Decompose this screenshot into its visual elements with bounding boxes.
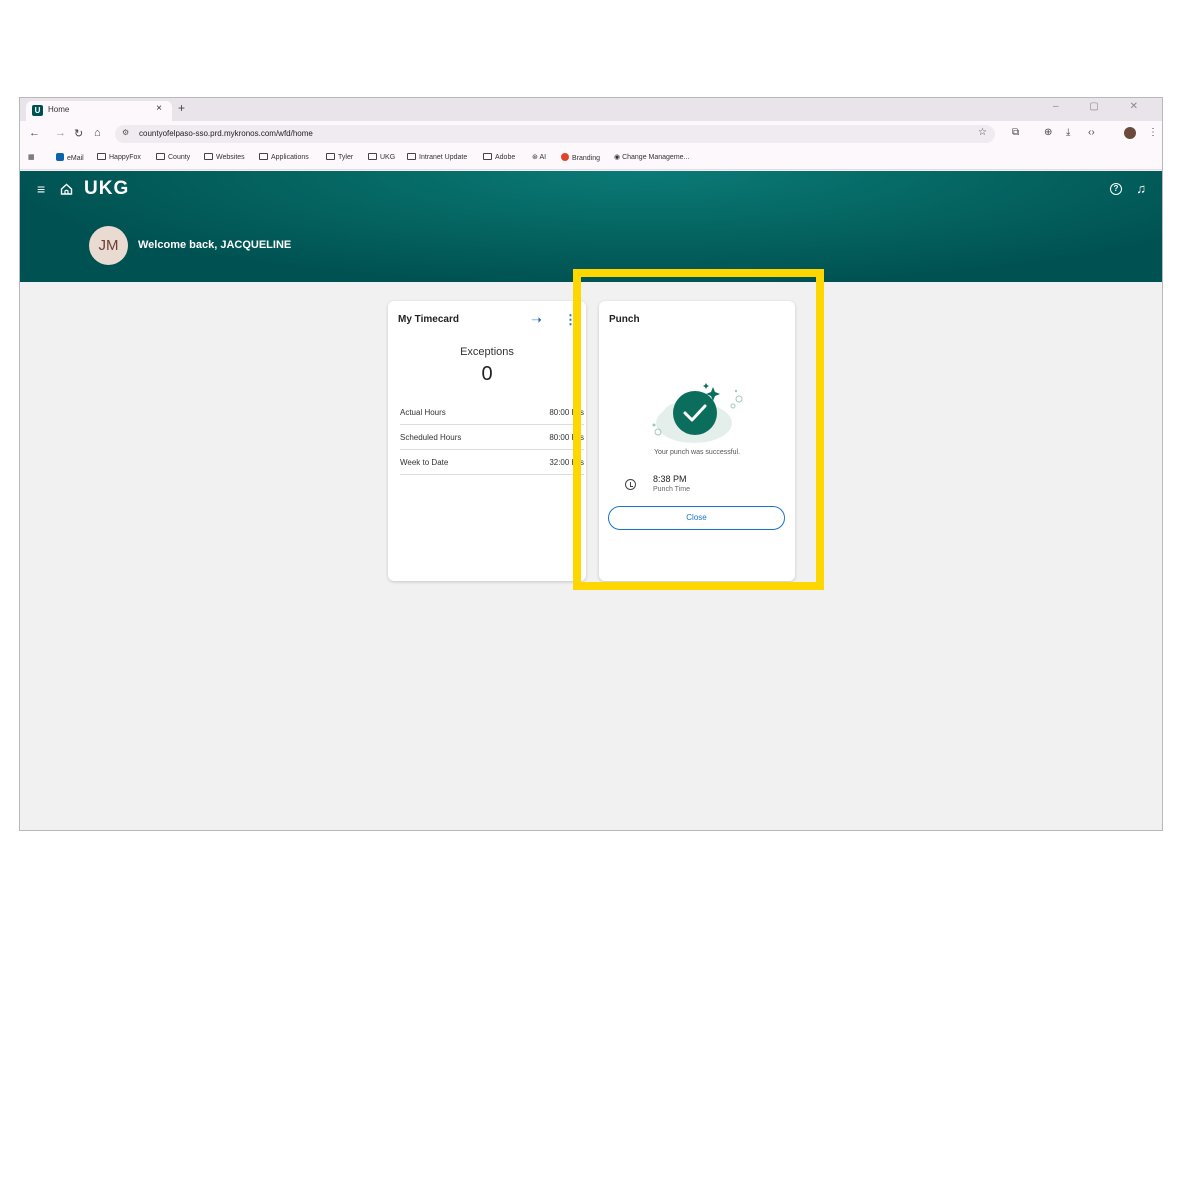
outlook-icon — [56, 153, 64, 161]
bookmark-tyler[interactable]: Tyler — [326, 153, 353, 161]
timecard-title: My Timecard — [398, 314, 459, 325]
tab-title: Home — [48, 105, 70, 114]
row-value: 32:00 Hrs — [549, 458, 584, 467]
open-timecard-arrow-icon[interactable]: ➝ — [531, 312, 542, 328]
punch-success-illustration-icon — [652, 383, 743, 443]
row-value: 80:00 Hrs — [549, 433, 584, 442]
home-icon[interactable] — [60, 183, 73, 195]
table-row: Actual Hours 80:00 Hrs — [400, 400, 584, 425]
my-timecard-tile: My Timecard ➝ ⋮ Exceptions 0 Actual Hour… — [388, 301, 586, 581]
welcome-message: Welcome back, JACQUELINE — [138, 239, 292, 251]
url-text[interactable]: countyofelpaso-sso.prd.mykronos.com/wfd/… — [139, 129, 313, 138]
folder-icon — [204, 153, 213, 160]
bookmark-ukg[interactable]: UKG — [368, 153, 395, 161]
bookmark-ai[interactable]: ⊛ AI — [532, 153, 546, 161]
site-info-icon[interactable]: ⚙ — [122, 128, 129, 137]
row-label: Scheduled Hours — [400, 433, 462, 442]
bookmark-adobe[interactable]: Adobe — [483, 153, 515, 161]
new-tab-button[interactable]: + — [178, 101, 185, 115]
address-toolbar: ← → ↻ ⌂ ⚙ countyofelpaso-sso.prd.mykrono… — [20, 121, 1162, 147]
clock-icon — [625, 479, 636, 490]
bookmark-applications[interactable]: Applications — [259, 153, 309, 161]
folder-icon — [97, 153, 106, 160]
profile-avatar-icon[interactable] — [1124, 127, 1136, 139]
more-options-icon[interactable]: ⋮ — [564, 312, 577, 328]
close-button[interactable]: Close — [608, 506, 785, 530]
bookmark-happyfox[interactable]: HappyFox — [97, 153, 141, 161]
exceptions-label: Exceptions — [460, 346, 514, 358]
avatar[interactable]: JM — [89, 226, 128, 265]
bookmark-change-management[interactable]: ◉ Change Manageme... — [614, 153, 689, 161]
back-icon[interactable]: ← — [29, 127, 40, 139]
folder-icon — [326, 153, 335, 160]
bookmark-websites[interactable]: Websites — [204, 153, 245, 161]
extensions-icon[interactable]: ⧉ — [1012, 127, 1019, 138]
tab-strip: U Home × + – ▢ ✕ — [20, 98, 1162, 121]
punch-title: Punch — [609, 314, 640, 325]
browser-window: U Home × + – ▢ ✕ ← → ↻ ⌂ ⚙ countyofelpas… — [19, 97, 1163, 831]
ukg-favicon-icon: U — [32, 105, 43, 116]
apps-grid-icon[interactable]: ▦ — [28, 153, 35, 161]
row-value: 80:00 Hrs — [549, 408, 584, 417]
browser-menu-icon[interactable]: ⋮ — [1148, 127, 1158, 138]
tab-search-icon[interactable]: ⊕ — [1044, 127, 1052, 138]
devtools-icon[interactable]: ‹› — [1088, 127, 1095, 138]
row-label: Week to Date — [400, 458, 449, 467]
punch-time-label: Punch Time — [653, 486, 690, 493]
globe-icon: ◉ — [614, 154, 623, 161]
address-bar[interactable]: ⚙ countyofelpaso-sso.prd.mykronos.com/wf… — [115, 125, 995, 143]
window-controls[interactable]: – ▢ ✕ — [1053, 101, 1152, 112]
tab-close-icon[interactable]: × — [156, 103, 162, 114]
notifications-bell-icon[interactable]: ♫ — [1136, 181, 1146, 196]
bookmark-county[interactable]: County — [156, 153, 190, 161]
row-label: Actual Hours — [400, 408, 446, 417]
bookmark-email[interactable]: eMail — [56, 153, 84, 162]
folder-icon — [483, 153, 492, 160]
folder-icon — [259, 153, 268, 160]
home-icon[interactable]: ⌂ — [94, 127, 101, 139]
forward-icon[interactable]: → — [55, 127, 66, 139]
branding-icon — [561, 153, 569, 161]
help-icon[interactable]: ? — [1110, 183, 1122, 195]
exceptions-count[interactable]: 0 — [388, 363, 586, 386]
table-row: Week to Date 32:00 Hrs — [400, 450, 584, 475]
folder-icon — [407, 153, 416, 160]
punch-tile: Punch Your punch was successful. 8:38 PM… — [599, 301, 795, 581]
bookmarks-bar: ▦ eMail HappyFox County Websites Applica… — [20, 147, 1162, 170]
download-icon[interactable]: ⤓ — [1066, 127, 1070, 138]
table-row: Scheduled Hours 80:00 Hrs — [400, 425, 584, 450]
tab-home[interactable]: U Home × — [26, 101, 172, 121]
ukg-header: ≡ UKG ? ♫ JM Welcome back, JACQUELINE — [20, 171, 1162, 282]
menu-icon[interactable]: ≡ — [37, 181, 45, 197]
ukg-logo[interactable]: UKG — [84, 178, 129, 200]
punch-time-value: 8:38 PM — [653, 474, 687, 484]
folder-icon — [156, 153, 165, 160]
bookmark-star-icon[interactable]: ☆ — [978, 127, 987, 138]
reload-icon[interactable]: ↻ — [74, 127, 83, 140]
folder-icon — [368, 153, 377, 160]
bookmark-branding[interactable]: Branding — [561, 153, 600, 162]
bookmark-intranet-update[interactable]: Intranet Update — [407, 153, 467, 161]
punch-success-message: Your punch was successful. — [653, 449, 741, 456]
